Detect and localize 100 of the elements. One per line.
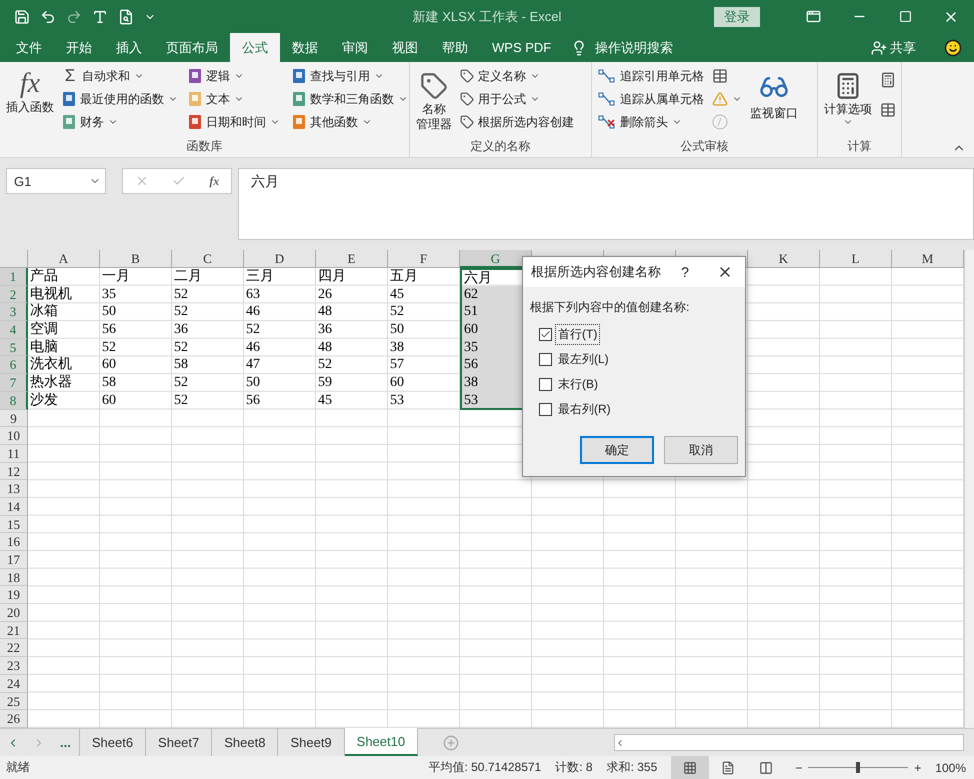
maximize-icon[interactable] [898, 10, 912, 23]
ribbon-tab[interactable]: 审阅 [330, 33, 380, 62]
ribbon-tab[interactable]: 帮助 [430, 33, 480, 62]
row-header[interactable]: 18 [0, 568, 28, 586]
login-button[interactable]: 登录 [714, 6, 760, 26]
print-preview-icon[interactable] [118, 8, 134, 24]
format-icon[interactable] [92, 8, 108, 24]
row-header[interactable]: 4 [0, 321, 28, 339]
row-header[interactable]: 11 [0, 444, 28, 463]
table-icon[interactable] [880, 102, 896, 118]
ribbon-tab[interactable]: 页面布局 [154, 33, 230, 62]
checkbox-label[interactable]: 最左列(L) [556, 350, 611, 369]
row-header[interactable]: 17 [0, 551, 28, 569]
row-header[interactable]: 12 [0, 462, 28, 480]
zoom-in-button[interactable]: + [914, 760, 922, 774]
calc-options-button[interactable]: 计算选项 [824, 66, 872, 137]
name-manager-label[interactable]: 管理器 [416, 117, 452, 132]
name-manager-label[interactable]: 名称 [422, 102, 446, 117]
cancel-button[interactable]: 取消 [664, 436, 738, 464]
ribbon-tab[interactable]: 公式 [230, 33, 280, 62]
row-header[interactable]: 22 [0, 639, 28, 658]
share-button[interactable]: 共享 [890, 38, 916, 56]
row-header[interactable]: 20 [0, 604, 28, 622]
row-header[interactable]: 9 [0, 410, 28, 428]
audit-button[interactable]: 删除箭头 [598, 112, 704, 132]
ribbon-tab[interactable]: 开始 [54, 33, 104, 62]
column-header[interactable]: C [172, 250, 244, 268]
function-menu-button[interactable]: 日期和时间 [188, 112, 280, 132]
function-menu-button[interactable]: 查找与引用 [292, 66, 408, 86]
row-header[interactable]: 23 [0, 657, 28, 675]
row-header[interactable]: 1 [0, 268, 28, 286]
checkbox-label[interactable]: 最右列(R) [556, 400, 613, 419]
row-header[interactable]: 8 [0, 392, 28, 410]
name-menu-button[interactable]: 根据所选内容创建 [460, 112, 574, 132]
audit-button[interactable]: 追踪引用单元格 [598, 66, 704, 86]
name-box[interactable]: G1 [6, 168, 106, 194]
column-header[interactable]: A [28, 250, 100, 268]
column-header[interactable]: E [316, 250, 388, 268]
redo-icon[interactable] [66, 8, 82, 24]
save-icon[interactable] [14, 8, 30, 24]
function-menu-button[interactable]: 最近使用的函数 [62, 89, 178, 109]
row-header[interactable]: 25 [0, 692, 28, 710]
row-header[interactable]: 19 [0, 586, 28, 604]
insert-function-button[interactable]: fx [209, 174, 220, 188]
function-menu-button[interactable]: 数学和三角函数 [292, 89, 408, 109]
ribbon-tab[interactable]: 插入 [104, 33, 154, 62]
zoom-level[interactable]: 100% [935, 760, 966, 774]
audit-button[interactable]: 追踪从属单元格 [598, 89, 704, 109]
name-manager-button[interactable]: 名称 管理器 [416, 66, 452, 137]
formula-field[interactable]: 六月 [238, 168, 974, 240]
name-menu-button[interactable]: 用于公式 [460, 89, 574, 109]
column-header[interactable]: F [388, 250, 460, 268]
row-header[interactable]: 24 [0, 674, 28, 692]
column-header[interactable]: B [100, 250, 172, 268]
function-menu-button[interactable]: 其他函数 [292, 112, 408, 132]
column-header[interactable]: D [244, 250, 316, 268]
undo-icon[interactable] [40, 8, 56, 24]
column-header[interactable]: K [748, 250, 820, 268]
checkbox-label[interactable]: 末行(B) [556, 375, 600, 394]
row-header[interactable]: 14 [0, 498, 28, 516]
row-header[interactable]: 15 [0, 516, 28, 534]
row-header[interactable]: 5 [0, 338, 28, 356]
zoom-thumb[interactable] [856, 762, 860, 773]
ribbon-display-icon[interactable] [806, 9, 820, 24]
column-header[interactable]: M [892, 250, 964, 268]
watch-window-button[interactable]: 监视窗口 [750, 66, 798, 137]
checkbox-label[interactable]: 首行(T) [556, 325, 600, 344]
checkbox[interactable] [539, 353, 552, 366]
row-header[interactable]: 2 [0, 286, 28, 304]
smiley-icon[interactable] [944, 39, 962, 57]
name-menu-button[interactable]: 定义名称 [460, 66, 574, 86]
ok-button[interactable]: 确定 [580, 436, 654, 464]
normal-view-button[interactable] [671, 756, 710, 779]
row-header[interactable]: 26 [0, 710, 28, 728]
row-header[interactable]: 6 [0, 356, 28, 374]
column-header[interactable]: L [820, 250, 892, 268]
function-menu-button[interactable]: 文本 [188, 89, 280, 109]
function-menu-button[interactable]: Σ 自动求和 [62, 66, 178, 86]
zoom-out-button[interactable]: − [795, 760, 802, 774]
row-header[interactable]: 16 [0, 533, 28, 551]
calculator-icon[interactable] [880, 72, 896, 88]
ribbon-tab[interactable]: WPS PDF [480, 33, 564, 62]
row-header[interactable]: 7 [0, 374, 28, 392]
horizontal-scrollbar[interactable] [614, 734, 964, 751]
ribbon-tab[interactable]: 数据 [280, 33, 330, 62]
function-menu-button[interactable]: 财务 [62, 112, 178, 132]
sheet-tab[interactable]: Sheet10 [344, 728, 418, 756]
column-header[interactable]: G [460, 250, 532, 268]
row-header[interactable]: 3 [0, 303, 28, 322]
ribbon-tab[interactable]: 视图 [380, 33, 430, 62]
checkbox[interactable] [539, 378, 552, 391]
row-header[interactable]: 10 [0, 427, 28, 445]
row-header[interactable]: 21 [0, 622, 28, 640]
tell-me-search[interactable]: 操作说明搜索 [595, 38, 674, 56]
checkbox[interactable] [539, 328, 552, 341]
checkbox[interactable] [539, 403, 552, 416]
insert-function-button[interactable]: fx 插入函数 [6, 66, 54, 137]
row-header[interactable]: 13 [0, 480, 28, 498]
help-button[interactable]: ? [665, 264, 705, 280]
ribbon-tab[interactable]: 文件 [4, 33, 54, 62]
